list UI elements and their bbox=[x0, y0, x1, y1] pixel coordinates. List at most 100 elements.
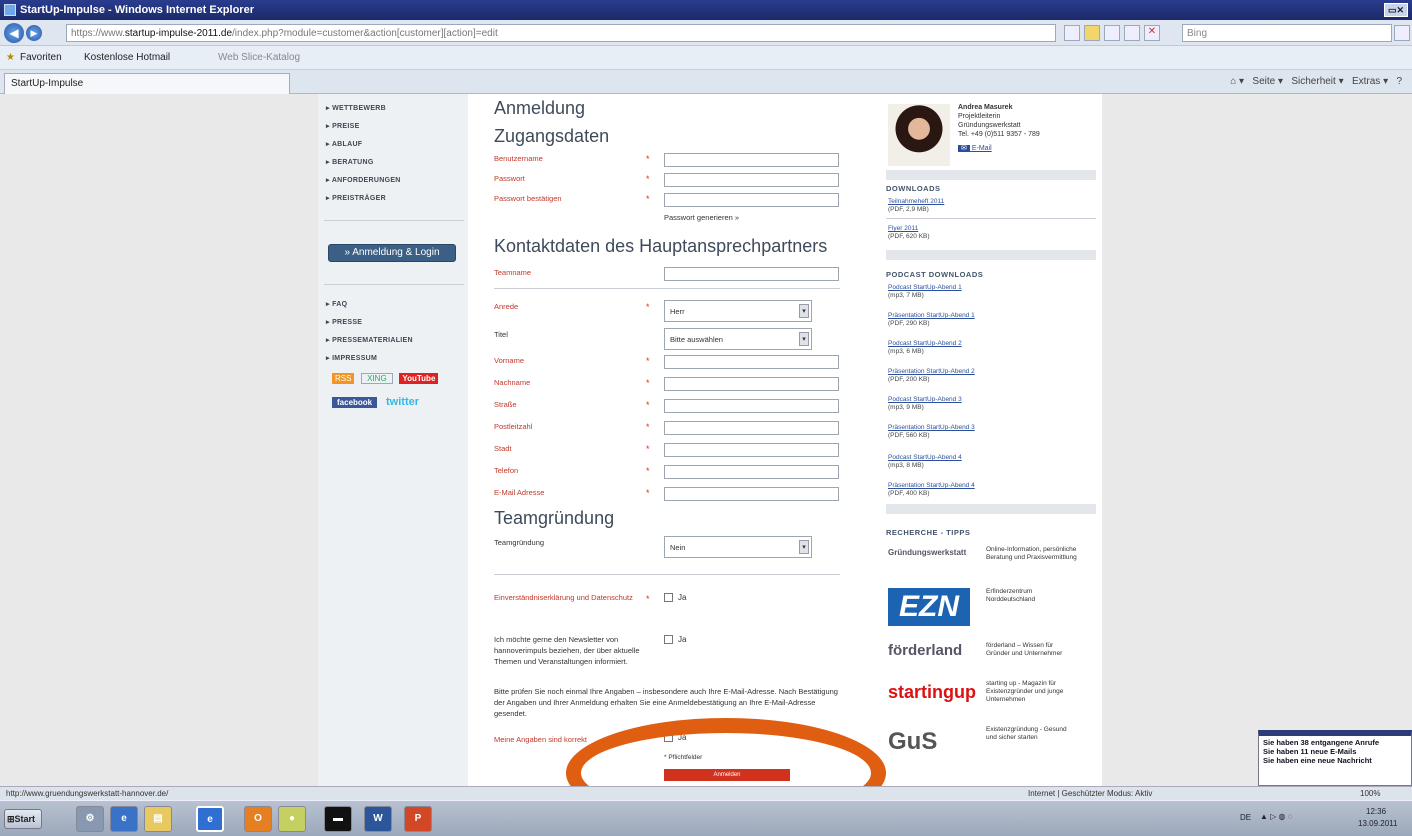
teamgruendung-select[interactable]: Nein ▾ bbox=[664, 536, 812, 558]
newsletter-checkbox[interactable] bbox=[664, 635, 673, 644]
download-meta: (PDF, 620 KB) bbox=[888, 233, 930, 240]
rss-icon[interactable]: RSS bbox=[332, 373, 355, 384]
download-link[interactable]: Teilnahmeheft 2011 bbox=[888, 198, 944, 205]
podcast-link[interactable]: Podcast StartUp-Abend 1 bbox=[888, 284, 962, 291]
anrede-select[interactable]: Herr ▾ bbox=[664, 300, 812, 322]
podcast-link[interactable]: Präsentation StartUp-Abend 1 bbox=[888, 312, 975, 319]
search-icon[interactable] bbox=[1394, 25, 1410, 41]
home-icon[interactable]: ⌂ ▾ bbox=[1230, 76, 1244, 87]
window-controls[interactable]: ▭✕ bbox=[1384, 3, 1408, 17]
language-indicator[interactable]: DE bbox=[1240, 813, 1251, 822]
strasse-input[interactable] bbox=[664, 399, 839, 413]
search-input[interactable]: Bing bbox=[1182, 24, 1392, 42]
favorites-label[interactable]: Favoriten bbox=[20, 52, 62, 63]
label-email: E-Mail Adresse bbox=[494, 488, 545, 497]
url-input[interactable]: https://www.startup-impulse-2011.de/inde… bbox=[66, 24, 1056, 42]
clock-date[interactable]: 13.09.2011 bbox=[1358, 819, 1397, 828]
lock-icon[interactable] bbox=[1084, 25, 1100, 41]
section-bar bbox=[886, 170, 1096, 180]
twitter-icon[interactable]: twitter bbox=[386, 396, 419, 408]
xing-icon[interactable]: XING bbox=[361, 373, 393, 384]
tab-label: StartUp-Impulse bbox=[11, 78, 84, 89]
nav-item-pressematerialien[interactable]: ▸ PRESSEMATERIALIEN bbox=[326, 336, 413, 344]
nav-item-faq[interactable]: ▸ FAQ bbox=[326, 300, 347, 308]
outlook-icon[interactable]: O bbox=[244, 806, 272, 832]
passwort-bestaetigen-input[interactable] bbox=[664, 193, 839, 207]
ezn-logo[interactable]: EZN bbox=[888, 588, 970, 626]
stop-icon[interactable]: ✕ bbox=[1144, 25, 1160, 41]
nachname-input[interactable] bbox=[664, 377, 839, 391]
label-titel: Titel bbox=[494, 330, 508, 339]
nav-item-wettbewerb[interactable]: ▸ WETTBEWERB bbox=[326, 104, 386, 112]
status-bar: http://www.gruendungswerkstatt-hannover.… bbox=[0, 786, 1412, 800]
research-heading: RECHERCHE - TIPPS bbox=[886, 528, 971, 537]
podcast-link[interactable]: Podcast StartUp-Abend 3 bbox=[888, 396, 962, 403]
compat-icon[interactable] bbox=[1104, 25, 1120, 41]
stadt-input[interactable] bbox=[664, 443, 839, 457]
download-meta: (PDF, 2,9 MB) bbox=[888, 206, 929, 213]
required-marker: * bbox=[646, 194, 650, 204]
tab-startup-impulse[interactable]: StartUp-Impulse bbox=[4, 73, 290, 94]
clock-time[interactable]: 12:36 bbox=[1366, 807, 1386, 816]
refresh-icon[interactable] bbox=[1124, 25, 1140, 41]
email-input[interactable] bbox=[664, 487, 839, 501]
powerpoint-icon[interactable]: P bbox=[404, 806, 432, 832]
podcast-link[interactable]: Podcast StartUp-Abend 2 bbox=[888, 340, 962, 347]
nav-item-presse[interactable]: ▸ PRESSE bbox=[326, 318, 362, 326]
fav-item-hotmail[interactable]: Kostenlose Hotmail bbox=[84, 52, 170, 63]
postleitzahl-input[interactable] bbox=[664, 421, 839, 435]
login-button[interactable]: » Anmeldung & Login bbox=[328, 244, 456, 262]
social-icons-row-2: facebook twitter bbox=[332, 396, 419, 408]
nav-divider bbox=[324, 220, 464, 221]
gus-logo[interactable]: GuS bbox=[888, 728, 937, 756]
youtube-icon[interactable]: YouTube bbox=[399, 373, 439, 384]
messenger-icon[interactable]: ● bbox=[278, 806, 306, 832]
outlook-express-icon[interactable]: e bbox=[110, 806, 138, 832]
nav-item-impressum[interactable]: ▸ IMPRESSUM bbox=[326, 354, 377, 362]
nav-item-beratung[interactable]: ▸ BERATUNG bbox=[326, 158, 374, 166]
podcast-link[interactable]: Podcast StartUp-Abend 4 bbox=[888, 454, 962, 461]
star-icon[interactable]: ★ bbox=[6, 52, 15, 63]
network-app-icon[interactable]: ⚙ bbox=[76, 806, 104, 832]
nav-item-anforderungen[interactable]: ▸ ANFORDERUNGEN bbox=[326, 176, 401, 184]
gruendungswerkstatt-logo[interactable]: Gründungswerkstatt bbox=[888, 548, 966, 557]
nav-item-ablauf[interactable]: ▸ ABLAUF bbox=[326, 140, 362, 148]
facebook-icon[interactable]: facebook bbox=[332, 397, 378, 408]
cmd-seite[interactable]: Seite bbox=[1252, 76, 1275, 87]
startingup-logo[interactable]: startingup bbox=[888, 682, 976, 703]
nav-item-preistraeger[interactable]: ▸ PREISTRÄGER bbox=[326, 194, 386, 202]
start-button[interactable]: ⊞Start bbox=[4, 809, 42, 829]
internet-explorer-icon[interactable]: e bbox=[196, 806, 224, 832]
podcast-link[interactable]: Präsentation StartUp-Abend 2 bbox=[888, 368, 975, 375]
titel-select[interactable]: Bitte auswählen ▾ bbox=[664, 328, 812, 350]
podcast-link[interactable]: Präsentation StartUp-Abend 4 bbox=[888, 482, 975, 489]
tray-icons[interactable]: ▲ ▷ ◍ ◌ bbox=[1260, 812, 1292, 821]
podcast-link[interactable]: Präsentation StartUp-Abend 3 bbox=[888, 424, 975, 431]
zoom-level[interactable]: 100% bbox=[1360, 789, 1380, 798]
benutzername-input[interactable] bbox=[664, 153, 839, 167]
checkbox-label: Ja bbox=[678, 593, 687, 602]
label-newsletter: Ich möchte gerne den Newsletter von hann… bbox=[494, 635, 640, 666]
forward-icon[interactable]: ▶ bbox=[26, 25, 42, 41]
notification-popup[interactable]: Sie haben 38 entgangene Anrufe Sie haben… bbox=[1258, 730, 1412, 786]
back-icon[interactable]: ◀ bbox=[4, 23, 24, 43]
foerderland-logo[interactable]: förderland bbox=[888, 642, 962, 659]
contact-email-link[interactable]: ✉ E-Mail bbox=[958, 144, 992, 152]
generate-password-link[interactable]: Passwort generieren » bbox=[664, 212, 739, 223]
cmd-extras[interactable]: Extras bbox=[1352, 76, 1380, 87]
telefon-input[interactable] bbox=[664, 465, 839, 479]
cmd-sicherheit[interactable]: Sicherheit bbox=[1291, 76, 1335, 87]
label-teamname: Teamname bbox=[494, 268, 532, 277]
dropdown-icon[interactable] bbox=[1064, 25, 1080, 41]
help-icon[interactable]: ? bbox=[1396, 76, 1402, 87]
download-link[interactable]: Flyer 2011 bbox=[888, 225, 918, 232]
einverstaendnis-checkbox[interactable] bbox=[664, 593, 673, 602]
explorer-folder-icon[interactable]: ▤ bbox=[144, 806, 172, 832]
vorname-input[interactable] bbox=[664, 355, 839, 369]
console-icon[interactable]: ▬ bbox=[324, 806, 352, 832]
word-icon[interactable]: W bbox=[364, 806, 392, 832]
nav-item-preise[interactable]: ▸ PREISE bbox=[326, 122, 360, 130]
fav-item-webslice[interactable]: Web Slice-Katalog bbox=[218, 52, 300, 63]
teamname-input[interactable] bbox=[664, 267, 839, 281]
passwort-input[interactable] bbox=[664, 173, 839, 187]
